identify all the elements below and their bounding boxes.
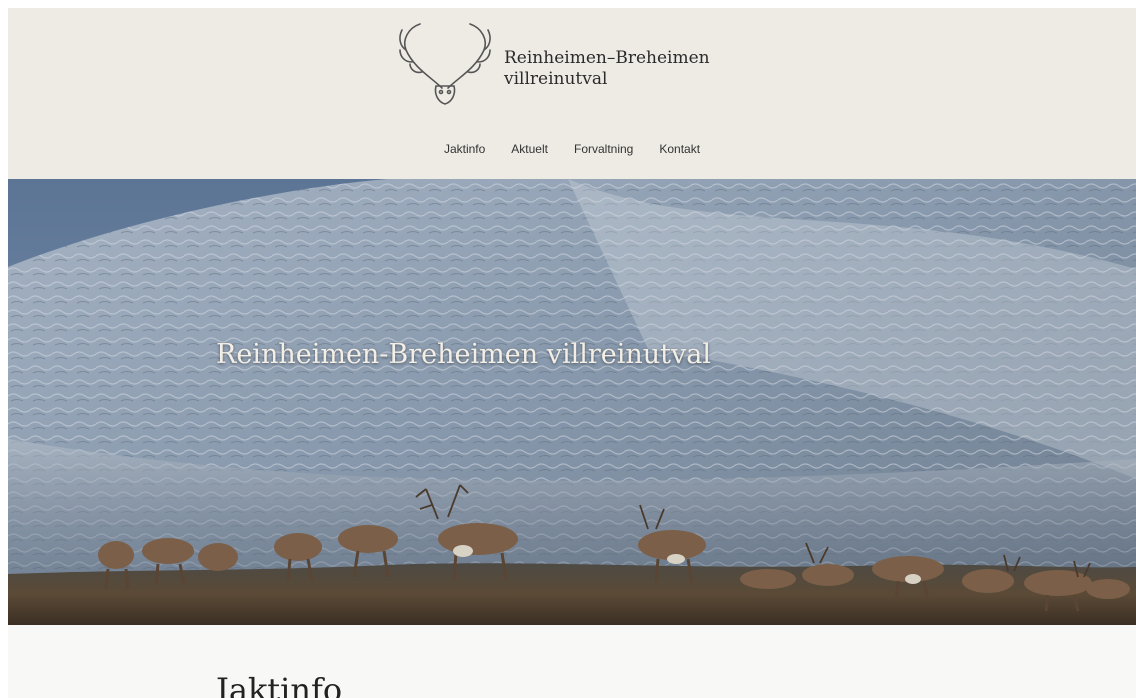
- site-header: Reinheimen–Breheimen villreinutval Jakti…: [8, 8, 1136, 179]
- content-section: Jaktinfo: [8, 625, 1136, 698]
- site-logo-link[interactable]: Reinheimen–Breheimen villreinutval: [396, 16, 716, 108]
- antlers-icon: [399, 23, 491, 105]
- site-name-line2: villreinutval: [504, 69, 608, 89]
- main-nav: Jaktinfo Aktuelt Forvaltning Kontakt: [8, 142, 1136, 156]
- site-name: Reinheimen–Breheimen villreinutval: [504, 48, 710, 90]
- site-name-line1: Reinheimen–Breheimen: [504, 48, 710, 68]
- nav-item-forvaltning[interactable]: Forvaltning: [574, 142, 633, 156]
- nav-item-jaktinfo[interactable]: Jaktinfo: [444, 142, 485, 156]
- hero-title: Reinheimen-Breheimen villreinutval: [216, 339, 712, 370]
- nav-item-kontakt[interactable]: Kontakt: [659, 142, 700, 156]
- hero-image: [8, 179, 1136, 625]
- nav-item-aktuelt[interactable]: Aktuelt: [511, 142, 548, 156]
- hero-banner: Reinheimen-Breheimen villreinutval: [8, 179, 1136, 625]
- page: Reinheimen–Breheimen villreinutval Jakti…: [8, 8, 1136, 698]
- section-heading: Jaktinfo: [216, 671, 343, 698]
